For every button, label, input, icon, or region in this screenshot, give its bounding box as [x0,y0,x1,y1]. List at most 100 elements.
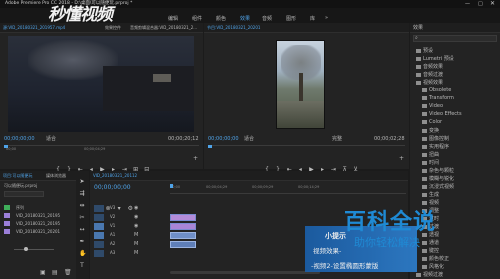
media-browser-tab[interactable]: 媒体浏览器 [46,174,66,178]
track-header-v3[interactable]: V3 ◉ [94,205,168,213]
pen-tool-icon[interactable]: ✒ [79,239,85,245]
effects-folder[interactable]: 时间 [422,159,439,166]
mute-icon[interactable]: M [134,232,138,238]
project-item-3[interactable]: VID_20180321_20201 [4,229,74,236]
effects-folder[interactable]: 模糊与锐化 [422,175,454,182]
maximize-icon[interactable]: □ [478,1,483,7]
timeline-timecode[interactable]: 00;00;00;00 [94,185,131,191]
timeline-clip-a2[interactable] [170,241,196,248]
track-select-tool-icon[interactable]: ⇶ [79,191,85,197]
timeline-header: VID_20180321_20112 [90,171,408,181]
effects-folder[interactable]: Obsolete [422,87,451,93]
timeline-clip-v2[interactable] [170,214,196,221]
project-item-0[interactable]: 序列 [4,205,74,212]
new-bin-icon[interactable]: ▣ [40,269,46,276]
source-ruler[interactable]: 00;00 00;00;04;29 [4,145,199,152]
timeline-clip-v1[interactable] [170,223,196,230]
track-patch[interactable] [94,214,104,221]
project-item-2[interactable]: VID_20180321_20195 [4,221,74,228]
effects-folder[interactable]: 音频过渡 [416,71,443,78]
clip-icon [4,213,10,218]
effects-folder[interactable]: 生成 [422,191,439,198]
project-search[interactable] [4,191,44,197]
zoom-handle[interactable] [24,247,28,251]
program-resolution[interactable]: 完整 [332,137,342,142]
workspace-effects[interactable]: 效果 [240,17,250,22]
close-icon[interactable]: ✕ [490,0,495,7]
effects-folder[interactable]: Video [422,103,443,109]
selection-tool-icon[interactable]: ➤ [79,179,85,185]
effects-folder[interactable]: 视频效果 [416,79,443,86]
source-ruler-tick-1: 00;00;04;29 [84,147,106,151]
effects-folder[interactable]: 实用程序 [422,143,449,150]
razor-tool-icon[interactable]: ✂ [79,215,85,221]
effect-controls-tab[interactable]: 效果控件 [105,26,121,30]
track-patch[interactable] [94,205,104,212]
effects-folder[interactable]: 风格化 [422,263,444,270]
workspace-edit[interactable]: 编辑 [168,17,178,22]
project-zoom-slider[interactable] [14,247,54,251]
source-playhead[interactable] [4,145,8,148]
effects-folder[interactable]: 沉浸式视频 [422,183,454,190]
track-header-a3[interactable]: A3 M [94,250,168,258]
track-patch[interactable] [94,232,104,239]
source-add-icon[interactable]: + [193,155,198,162]
effects-folder[interactable]: Lumetri 预设 [416,55,454,62]
program-add-icon[interactable]: + [399,155,404,162]
effects-folder[interactable]: 视频过渡 [416,271,443,278]
program-playhead[interactable] [208,145,212,148]
hand-tool-icon[interactable]: ✋ [79,251,86,257]
program-ruler[interactable] [208,145,405,151]
effects-folder[interactable]: 扭曲 [422,151,439,158]
eye-icon[interactable]: ◉ [134,205,138,211]
track-patch[interactable] [94,241,104,248]
mute-icon[interactable]: M [134,241,138,247]
program-timecode[interactable]: 00;00;00;00 [208,137,239,142]
project-tab[interactable]: 项目:可以随便玩 [3,174,32,178]
minimize-icon[interactable]: — [465,1,470,7]
effects-folder[interactable]: 图像控制 [422,135,449,142]
effects-folder[interactable]: 变换 [422,127,439,134]
track-patch[interactable] [94,250,104,257]
program-tab[interactable]: 节目:VID_20180321_20201 [207,26,260,30]
timeline-scrollbar[interactable] [170,271,320,274]
workspace-color[interactable]: 颜色 [216,17,226,22]
workspace-audio[interactable]: 音频 [262,17,272,22]
effects-search[interactable]: ⌕ [413,35,497,42]
source-zoom[interactable]: 适合 [46,137,56,142]
timeline-ruler[interactable]: 00;00 00;00;04;29 00;00;09;29 00;00;14;2… [170,184,406,194]
track-patch[interactable] [94,223,104,230]
track-header-a1[interactable]: A1 M [94,232,168,240]
workspace-overflow[interactable]: » [325,16,328,21]
track-header-v2[interactable]: V2 ◉ [94,214,168,222]
effects-folder[interactable]: Transform [422,95,454,101]
effects-folder[interactable]: 预设 [416,47,433,54]
effects-folder[interactable]: 杂色与颗粒 [422,167,454,174]
timeline-tab[interactable]: VID_20180321_20112 [93,174,137,178]
timeline-clip-a1[interactable] [170,232,196,239]
eye-icon[interactable]: ◉ [134,214,138,220]
workspace-libraries[interactable]: 库 [310,17,315,22]
track-header-a2[interactable]: A2 M [94,241,168,249]
source-timecode[interactable]: 00;00;00;00 [4,137,35,142]
audio-mixer-tab[interactable]: 音频剪辑混合器:VID_20180321_2... [130,26,197,30]
eye-icon[interactable]: ◉ [134,223,138,229]
new-item-icon[interactable]: ▤ [52,269,58,276]
workspace-assembly[interactable]: 组件 [192,17,202,22]
track-header-v1[interactable]: V1 ◉ [94,223,168,231]
mute-icon[interactable]: M [134,250,138,256]
effects-tab[interactable]: 效果 [413,26,423,31]
source-tab[interactable]: 源:VID_20180321_201957.mp4 [3,26,65,30]
effects-folder[interactable]: 颜色校正 [422,255,449,262]
timeline-playhead[interactable] [170,184,173,188]
effects-folder[interactable]: 音频效果 [416,63,443,70]
program-zoom[interactable]: 适合 [244,137,254,142]
ripple-edit-tool-icon[interactable]: ⇹ [79,203,85,209]
project-item-1[interactable]: VID_20180321_20195 [4,213,74,220]
effects-folder[interactable]: Color [422,119,442,125]
slip-tool-icon[interactable]: ↔ [79,227,85,233]
type-tool-icon[interactable]: T [79,263,85,269]
effects-folder[interactable]: Video Effects [422,111,462,117]
delete-icon[interactable]: 🗑 [64,269,72,276]
workspace-graphics[interactable]: 图形 [286,17,296,22]
